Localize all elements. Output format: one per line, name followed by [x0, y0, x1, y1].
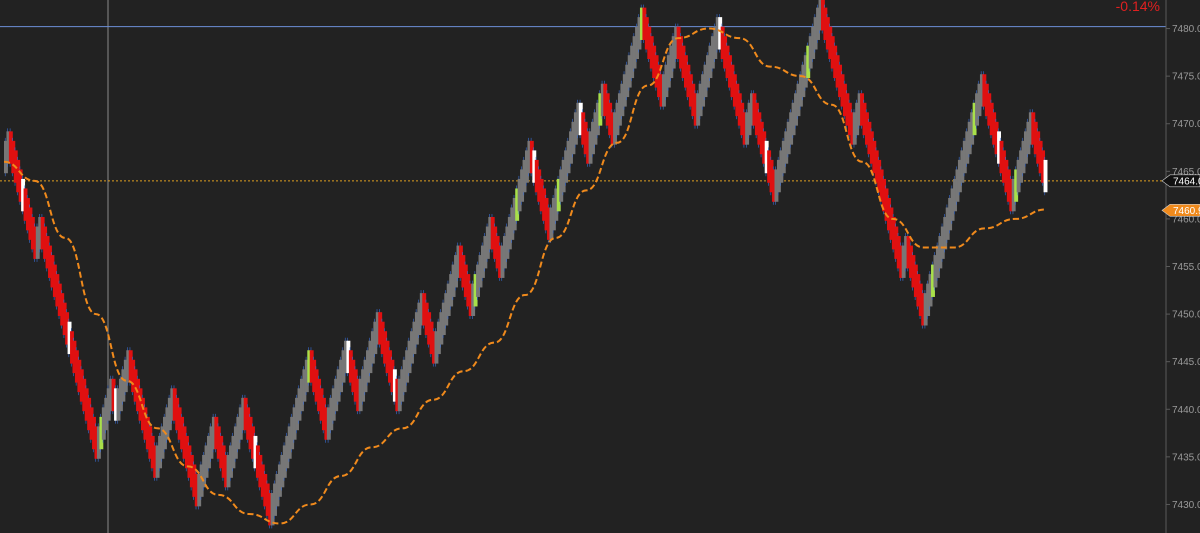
y-tick-label: 7480.0	[1172, 24, 1200, 35]
price-bar	[1043, 159, 1048, 193]
y-tick-label: 7475.0	[1172, 72, 1200, 83]
y-tick-label: 7445.0	[1172, 357, 1200, 368]
y-tick-label: 7470.0	[1172, 119, 1200, 130]
price-axis[interactable]: 7480.07475.07470.07465.07460.07455.07450…	[1161, 0, 1200, 533]
y-tick-label: 7430.0	[1172, 500, 1200, 511]
moving-average-tag: 7460.9	[1173, 206, 1200, 217]
price-chart: 7480.07475.07470.07465.07460.07455.07450…	[0, 0, 1200, 533]
y-tick-label: 7450.0	[1172, 310, 1200, 321]
y-tick-label: 7440.0	[1172, 405, 1200, 416]
chart-background	[0, 0, 1200, 533]
current-price-tag: 7464.0	[1173, 176, 1200, 187]
y-tick-label: 7435.0	[1172, 452, 1200, 463]
percent-change-label: -0.14%	[1116, 0, 1160, 14]
y-tick-label: 7455.0	[1172, 262, 1200, 273]
